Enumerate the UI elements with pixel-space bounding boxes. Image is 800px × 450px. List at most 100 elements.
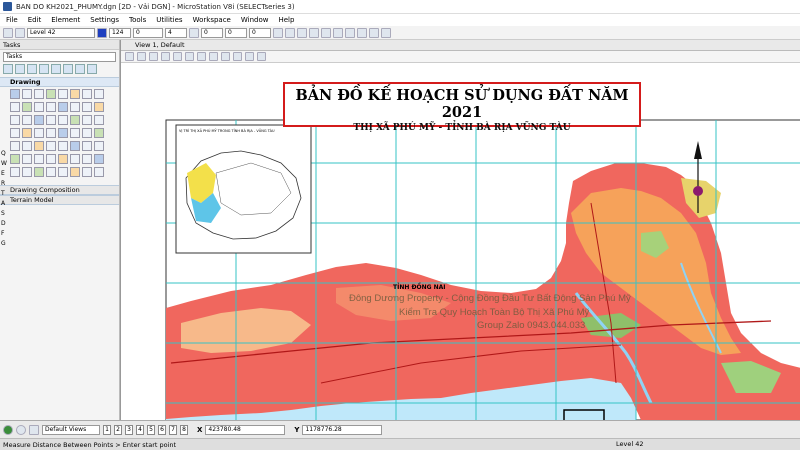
view-next-icon[interactable] (245, 52, 254, 61)
y-coordinate-field[interactable]: 1178776.28 (302, 424, 383, 435)
lighting-icon[interactable] (70, 167, 80, 177)
place-ellipse-icon[interactable] (58, 141, 68, 151)
fillet-element-icon[interactable] (34, 115, 44, 125)
pan-view-icon[interactable] (221, 52, 230, 61)
selection-icon[interactable] (58, 154, 68, 164)
create-region-icon[interactable] (22, 141, 32, 151)
delete-tool-icon[interactable] (51, 64, 61, 74)
raster-icon[interactable] (10, 154, 20, 164)
modify-tool-icon[interactable] (75, 64, 85, 74)
place-cell-icon[interactable] (94, 89, 104, 99)
place-point-icon[interactable] (34, 141, 44, 151)
fence-tool-icon[interactable] (15, 64, 25, 74)
mirror-element-icon[interactable] (58, 102, 68, 112)
snap-mode-icon[interactable] (16, 424, 26, 435)
level-manager-icon[interactable] (15, 27, 25, 38)
copy-element-icon[interactable] (10, 102, 20, 112)
place-circle-icon[interactable] (46, 89, 56, 99)
menu-help[interactable]: Help (278, 16, 294, 24)
line-style-combo[interactable]: 0 (133, 27, 163, 38)
view-7-button[interactable]: 7 (169, 424, 177, 435)
update-view-icon[interactable] (149, 52, 158, 61)
place-line-icon[interactable] (10, 89, 20, 99)
modify-element-icon[interactable] (70, 115, 80, 125)
edit-text-icon[interactable] (58, 128, 68, 138)
materials-icon[interactable] (82, 167, 92, 177)
redo-icon[interactable] (369, 27, 379, 38)
view-3-button[interactable]: 3 (125, 424, 133, 435)
help-icon[interactable] (381, 27, 391, 38)
save-icon[interactable] (297, 27, 307, 38)
array-element-icon[interactable] (70, 102, 80, 112)
analyze-icon[interactable] (22, 167, 32, 177)
align-element-icon[interactable] (82, 102, 92, 112)
zoom-out-icon[interactable] (173, 52, 182, 61)
levels-icon[interactable] (22, 154, 32, 164)
rotate-view-icon[interactable] (209, 52, 218, 61)
cut-icon[interactable] (321, 27, 331, 38)
manipulate-tool-icon[interactable] (63, 64, 73, 74)
drawing-canvas[interactable]: BẢN ĐỒ KẾ HOẠCH SỬ DỤNG ĐẤT NĂM 2021 THỊ… (121, 63, 800, 420)
measure-tool-icon[interactable] (27, 64, 37, 74)
trim-element-icon[interactable] (10, 115, 20, 125)
view-6-button[interactable]: 6 (158, 424, 166, 435)
view-8-button[interactable]: 8 (180, 424, 188, 435)
element-selection-icon[interactable] (3, 27, 13, 38)
menu-file[interactable]: File (6, 16, 18, 24)
fit-view-icon[interactable] (197, 52, 206, 61)
groups-icon[interactable] (46, 154, 56, 164)
analyze-tool-icon[interactable] (39, 64, 49, 74)
annotate-icon[interactable] (82, 154, 92, 164)
menu-workspace[interactable]: Workspace (193, 16, 231, 24)
camera-icon[interactable] (46, 167, 56, 177)
view-groups-icon[interactable] (29, 424, 39, 435)
line-weight-combo[interactable]: 4 (165, 27, 187, 38)
copy-icon[interactable] (333, 27, 343, 38)
terrain-model-section[interactable]: Terrain Model (0, 195, 119, 205)
menu-tools[interactable]: Tools (129, 16, 146, 24)
color-combo[interactable]: 124 (109, 27, 131, 38)
view-2-button[interactable]: 2 (114, 424, 122, 435)
view-previous-icon[interactable] (233, 52, 242, 61)
window-area-icon[interactable] (185, 52, 194, 61)
place-shape-icon[interactable] (70, 89, 80, 99)
rotate-element-icon[interactable] (34, 102, 44, 112)
delete-vertex-icon[interactable] (94, 115, 104, 125)
drawing-composition-section[interactable]: Drawing Composition (0, 185, 119, 195)
open-file-icon[interactable] (285, 27, 295, 38)
place-polygon-icon[interactable] (70, 141, 80, 151)
animation-icon[interactable] (94, 167, 104, 177)
create-complex-icon[interactable] (10, 141, 20, 151)
extend-element-icon[interactable] (22, 115, 32, 125)
group-tool-icon[interactable] (87, 64, 97, 74)
menu-element[interactable]: Element (51, 16, 80, 24)
drop-element-icon[interactable] (94, 128, 104, 138)
menu-edit[interactable]: Edit (28, 16, 42, 24)
class-combo[interactable]: 0 (225, 27, 247, 38)
zoom-in-icon[interactable] (161, 52, 170, 61)
measure-icon[interactable] (10, 167, 20, 177)
transparency-icon[interactable] (189, 27, 199, 38)
scale-element-icon[interactable] (46, 102, 56, 112)
dimension-icon[interactable] (34, 128, 44, 138)
display-style-icon[interactable] (137, 52, 146, 61)
place-block-icon[interactable] (58, 89, 68, 99)
view-5-button[interactable]: 5 (147, 424, 155, 435)
view-groups-combo[interactable]: Default Views (42, 424, 100, 435)
clip-volume-icon[interactable] (257, 52, 266, 61)
undo-icon[interactable] (357, 27, 367, 38)
break-element-icon[interactable] (58, 115, 68, 125)
paste-icon[interactable] (345, 27, 355, 38)
place-note-icon[interactable] (46, 128, 56, 138)
new-file-icon[interactable] (273, 27, 283, 38)
accudraw-icon[interactable] (3, 424, 13, 435)
place-multiline-icon[interactable] (82, 141, 92, 151)
print-icon[interactable] (309, 27, 319, 38)
change-attributes-icon[interactable] (70, 128, 80, 138)
chamfer-element-icon[interactable] (46, 115, 56, 125)
place-text-icon[interactable] (82, 89, 92, 99)
view-1-button[interactable]: 1 (103, 424, 111, 435)
level-combo[interactable]: Level 42 (27, 27, 95, 38)
place-curve-icon[interactable] (46, 141, 56, 151)
priority-combo[interactable]: 0 (201, 27, 223, 38)
